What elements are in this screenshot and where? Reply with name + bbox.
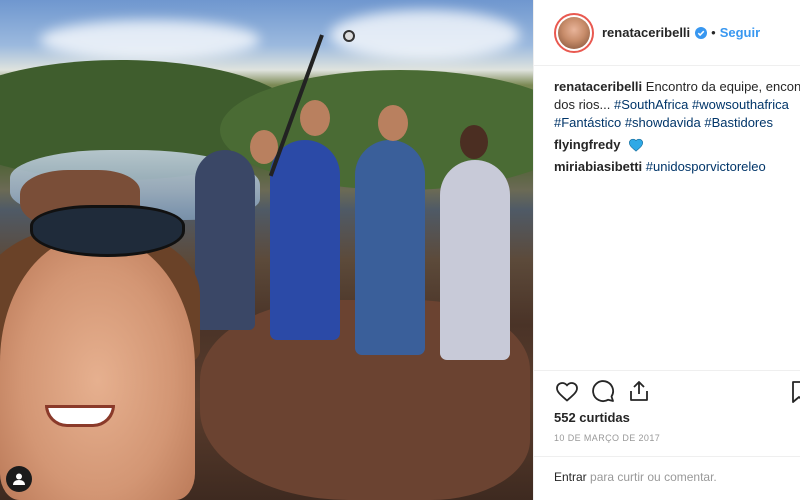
verified-badge-icon [695, 26, 708, 39]
like-button[interactable] [554, 378, 580, 404]
login-prompt: Entrar para curtir ou comentar. [534, 456, 800, 500]
hashtag-link[interactable]: #unidosporvictoreleo [646, 159, 766, 174]
action-buttons [554, 378, 662, 404]
photo-person-head [300, 100, 330, 136]
photo-person-head [378, 105, 408, 141]
share-button[interactable] [626, 378, 652, 404]
photo-person-head [460, 125, 488, 159]
user-icon [13, 473, 25, 485]
separator-dot: • [711, 25, 716, 40]
login-prompt-text: para curtir ou comentar. [590, 470, 717, 484]
caption-line-2: dos rios... #SouthAfrica #wowsouthafrica [554, 96, 800, 114]
caption-text: Encontro da equipe, encontro [645, 79, 800, 94]
hashtag-link[interactable]: #Fantástico [554, 115, 621, 130]
comment-username[interactable]: flyingfredy [554, 137, 620, 152]
header-username[interactable]: renataceribelli [602, 25, 690, 40]
post-photo[interactable] [0, 0, 533, 500]
comment-icon [592, 380, 614, 402]
hashtag-link[interactable]: #Bastidores [704, 115, 773, 130]
selfie-face [0, 235, 195, 500]
hashtag-link[interactable]: #SouthAfrica [614, 97, 688, 112]
photo-cloud [330, 10, 520, 60]
actions-divider [534, 370, 800, 371]
smile [45, 405, 115, 427]
caption-text: dos rios... [554, 97, 611, 112]
blue-heart-icon [629, 138, 644, 152]
photo-cloud [40, 20, 260, 60]
comment-button[interactable] [590, 378, 616, 404]
post-header: renataceribelli • Seguir [534, 0, 800, 66]
bookmark-icon[interactable] [791, 380, 800, 404]
photo-person [195, 150, 255, 330]
post-date[interactable]: 10 DE MARÇO DE 2017 [554, 433, 660, 443]
comment-item: flyingfredy [554, 136, 800, 154]
hashtag-link[interactable]: #wowsouthafrica [692, 97, 789, 112]
camera-ball [343, 30, 355, 42]
caption-line-1: renataceribelli Encontro da equipe, enco… [554, 78, 800, 96]
photo-person [355, 140, 425, 355]
photo-person [270, 140, 340, 340]
photo-person [440, 160, 510, 360]
post-sidebar: renataceribelli • Seguir renataceribelli… [533, 0, 800, 500]
sunglasses [30, 205, 185, 257]
login-link[interactable]: Entrar [554, 470, 587, 484]
avatar[interactable] [554, 12, 594, 53]
share-icon [630, 381, 648, 401]
heart-icon [556, 382, 578, 402]
caption-username[interactable]: renataceribelli [554, 79, 642, 94]
avatar-image [558, 16, 590, 49]
caption-line-3: #Fantástico #showdavida #Bastidores [554, 114, 800, 132]
tagged-user-icon[interactable] [6, 466, 32, 492]
comment-item: miriabiasibetti #unidosporvictoreleo [554, 158, 800, 176]
follow-button[interactable]: Seguir [720, 25, 760, 40]
likes-count[interactable]: 552 curtidas [554, 410, 630, 425]
comments-list: renataceribelli Encontro da equipe, enco… [554, 78, 800, 176]
hashtag-link[interactable]: #showdavida [625, 115, 701, 130]
comment-username[interactable]: miriabiasibetti [554, 159, 642, 174]
